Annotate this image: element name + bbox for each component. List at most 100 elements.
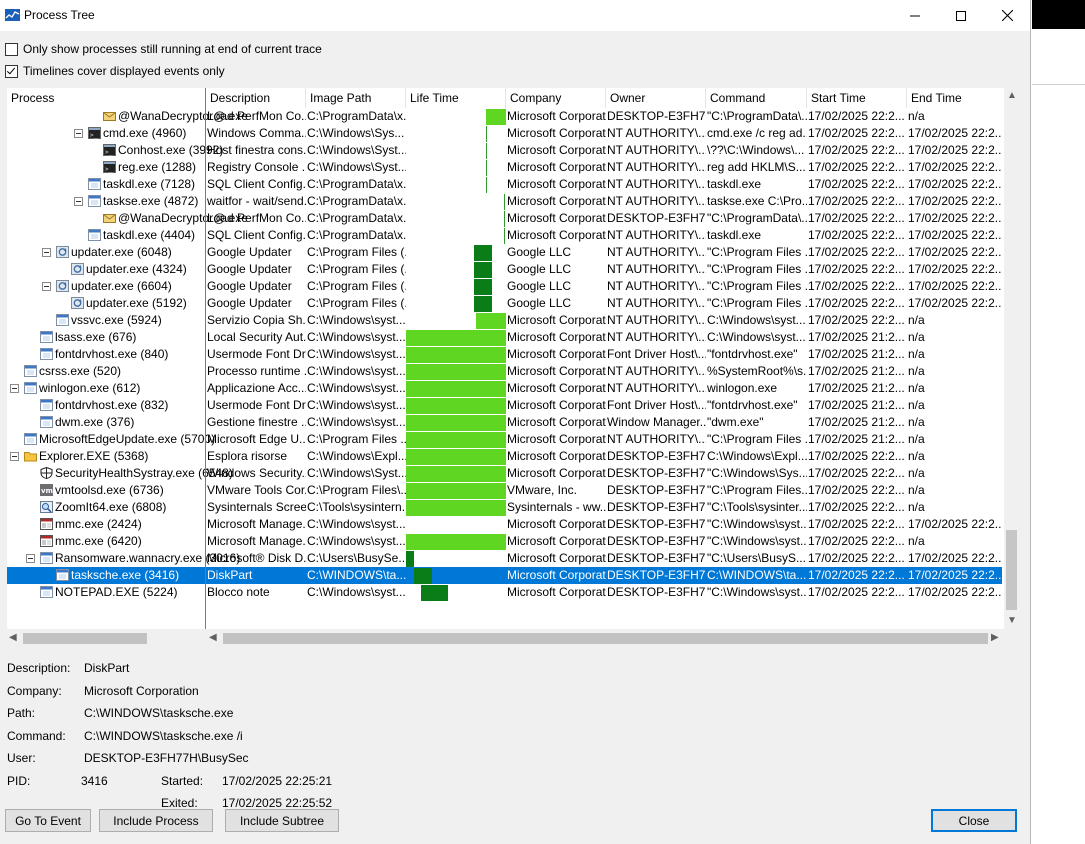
column-header-command[interactable]: Command <box>706 88 807 108</box>
column-header-start-time[interactable]: Start Time <box>807 88 907 108</box>
table-row[interactable]: >_ cmd.exe (4960) Windows Comma... C:\Windo… <box>7 125 1002 142</box>
close-window-button[interactable] <box>984 0 1030 31</box>
running-at-end-label: Only show processes still running at end… <box>23 42 322 56</box>
table-row[interactable]: Ransomware.wannacry.exe (3016) Microsoft®… <box>7 550 1002 567</box>
vertical-scroll-thumb[interactable] <box>1006 530 1017 610</box>
process-cell: @WanaDecryptor@.exe <box>7 210 248 227</box>
owner-cell: NT AUTHORITY\... <box>607 279 706 293</box>
owner-cell: NT AUTHORITY\... <box>607 364 706 378</box>
collapse-toggle-icon[interactable] <box>74 129 83 138</box>
table-row[interactable]: @WanaDecryptor@.exe Load PerfMon Co... C:\… <box>7 210 1002 227</box>
column-header-image-path[interactable]: Image Path <box>306 88 406 108</box>
table-row[interactable]: fontdrvhost.exe (832) Usermode Font Dr...… <box>7 397 1002 414</box>
vertical-scrollbar[interactable]: ▲ ▼ <box>1004 88 1019 629</box>
timelines-displayed-checkbox[interactable] <box>5 64 18 78</box>
include-process-button[interactable]: Include Process <box>99 809 213 832</box>
tree-horizontal-scrollbar[interactable]: ◀ <box>7 631 204 646</box>
collapse-toggle-icon[interactable] <box>10 452 19 461</box>
selected-table-row[interactable]: tasksche.exe (3416) DiskPart C:\WINDOWS\ta… <box>7 567 1002 584</box>
life-time-cell <box>406 499 506 516</box>
mmc-icon <box>40 535 53 547</box>
table-row[interactable]: @WanaDecryptor@.exe Load PerfMon Co... C:\… <box>7 108 1002 125</box>
table-row[interactable]: >_ Conhost.exe (3992) Host finestra cons..… <box>7 142 1002 159</box>
column-header-description[interactable]: Description <box>206 88 306 108</box>
table-row[interactable]: taskdl.exe (4404) SQL Client Config... C:\… <box>7 227 1002 244</box>
include-subtree-button[interactable]: Include Subtree <box>225 809 339 832</box>
owner-cell: DESKTOP-E3FH7... <box>607 517 706 531</box>
process-tree-window: Process Tree Only show processes still r… <box>0 0 1031 844</box>
columns-horizontal-scrollbar[interactable]: ◀ ▶ <box>207 631 1004 646</box>
image-path-cell: C:\Program Files (... <box>307 296 406 310</box>
column-header-end-time[interactable]: End Time <box>907 88 1007 108</box>
life-time-cell <box>406 210 506 227</box>
process-tree-grid[interactable]: Process Description Image Path Life Time… <box>7 88 1018 629</box>
table-row[interactable]: updater.exe (6604) Google Updater C:\Progr… <box>7 278 1002 295</box>
pane-splitter[interactable] <box>205 88 206 629</box>
scroll-right-icon[interactable]: ▶ <box>991 632 999 643</box>
image-path-cell: C:\Program Files (... <box>307 262 406 276</box>
table-row[interactable]: mmc.exe (2424) Microsoft Manage... C:\Wind… <box>7 516 1002 533</box>
description-cell: Windows Security... <box>207 466 306 480</box>
table-row[interactable]: updater.exe (6048) Google Updater C:\Progr… <box>7 244 1002 261</box>
company-cell: Microsoft Corporat... <box>507 364 606 378</box>
columns-horizontal-scroll-thumb[interactable] <box>223 633 988 644</box>
company-cell: Google LLC <box>507 279 572 293</box>
table-row[interactable]: mmc.exe (6420) Microsoft Manage... C:\Wind… <box>7 533 1002 550</box>
start-time-cell: 17/02/2025 22:2... <box>808 228 905 242</box>
life-time-bar <box>406 398 506 414</box>
start-time-cell: 17/02/2025 22:2... <box>808 194 905 208</box>
process-name: mmc.exe (2424) <box>55 517 142 531</box>
column-header-owner[interactable]: Owner <box>606 88 706 108</box>
collapse-toggle-icon[interactable] <box>42 282 51 291</box>
table-row[interactable]: vssvc.exe (5924) Servizio Copia Sh... C:\W… <box>7 312 1002 329</box>
command-label: Command: <box>7 729 66 743</box>
scroll-left-icon[interactable]: ◀ <box>9 632 17 643</box>
maximize-button[interactable] <box>938 0 984 31</box>
table-row[interactable]: updater.exe (4324) Google Updater C:\Progr… <box>7 261 1002 278</box>
life-time-bar <box>486 109 506 125</box>
table-row[interactable]: ZoomIt64.exe (6808) Sysinternals Scree...… <box>7 499 1002 516</box>
go-to-event-button[interactable]: Go To Event <box>5 809 91 832</box>
exited-label: Exited: <box>161 796 198 810</box>
end-time-cell: 17/02/2025 22:2... <box>908 143 1002 157</box>
tree-horizontal-scroll-thumb[interactable] <box>23 633 147 644</box>
minimize-button[interactable] <box>892 0 938 31</box>
table-row[interactable]: SecurityHealthSystray.exe (6548) Windows … <box>7 465 1002 482</box>
app-icon <box>56 314 69 326</box>
table-row[interactable]: csrss.exe (520) Processo runtime ... C:\Wi… <box>7 363 1002 380</box>
table-row[interactable]: lsass.exe (676) Local Security Aut... C:\W… <box>7 329 1002 346</box>
table-row[interactable]: Explorer.EXE (5368) Esplora risorse C:\Win… <box>7 448 1002 465</box>
table-row[interactable]: taskdl.exe (7128) SQL Client Config... C:\… <box>7 176 1002 193</box>
start-time-cell: 17/02/2025 21:2... <box>808 415 905 429</box>
table-row[interactable]: MicrosoftEdgeUpdate.exe (5700) Microsoft … <box>7 431 1002 448</box>
collapse-toggle-icon[interactable] <box>26 554 35 563</box>
scroll-left-icon[interactable]: ◀ <box>209 632 217 643</box>
option-running-at-end[interactable]: Only show processes still running at end… <box>5 41 322 57</box>
end-time-cell: 17/02/2025 22:2... <box>908 585 1002 599</box>
collapse-toggle-icon[interactable] <box>74 197 83 206</box>
table-row[interactable]: NOTEPAD.EXE (5224) Blocco note C:\Windows\… <box>7 584 1002 601</box>
table-row[interactable]: vm vmtoolsd.exe (6736) VMware Tools Cor...… <box>7 482 1002 499</box>
column-header-company[interactable]: Company <box>506 88 606 108</box>
table-row[interactable]: >_ reg.exe (1288) Registry Console ... C:\W… <box>7 159 1002 176</box>
owner-cell: DESKTOP-E3FH7... <box>607 551 706 565</box>
description-cell: Load PerfMon Co... <box>207 211 306 225</box>
table-row[interactable]: taskse.exe (4872) waitfor - wait/send... C… <box>7 193 1002 210</box>
column-header-process[interactable]: Process <box>7 88 206 108</box>
owner-cell: DESKTOP-E3FH7... <box>607 109 706 123</box>
app-icon <box>40 348 53 360</box>
close-button[interactable]: Close <box>931 809 1017 832</box>
running-at-end-checkbox[interactable] <box>5 42 18 56</box>
end-time-cell: 17/02/2025 22:2... <box>908 126 1002 140</box>
collapse-toggle-icon[interactable] <box>42 248 51 257</box>
option-timelines-displayed[interactable]: Timelines cover displayed events only <box>5 63 225 79</box>
collapse-toggle-icon[interactable] <box>10 384 19 393</box>
table-row[interactable]: dwm.exe (376) Gestione finestre ... C:\Win… <box>7 414 1002 431</box>
table-row[interactable]: fontdrvhost.exe (840) Usermode Font Dr...… <box>7 346 1002 363</box>
column-header-life-time[interactable]: Life Time <box>406 88 506 108</box>
command-cell: \??\C:\Windows\... <box>707 143 805 157</box>
table-row[interactable]: winlogon.exe (612) Applicazione Acc... C:\… <box>7 380 1002 397</box>
scroll-down-icon[interactable]: ▼ <box>1007 615 1017 626</box>
scroll-up-icon[interactable]: ▲ <box>1007 90 1017 101</box>
table-row[interactable]: updater.exe (5192) Google Updater C:\Progr… <box>7 295 1002 312</box>
